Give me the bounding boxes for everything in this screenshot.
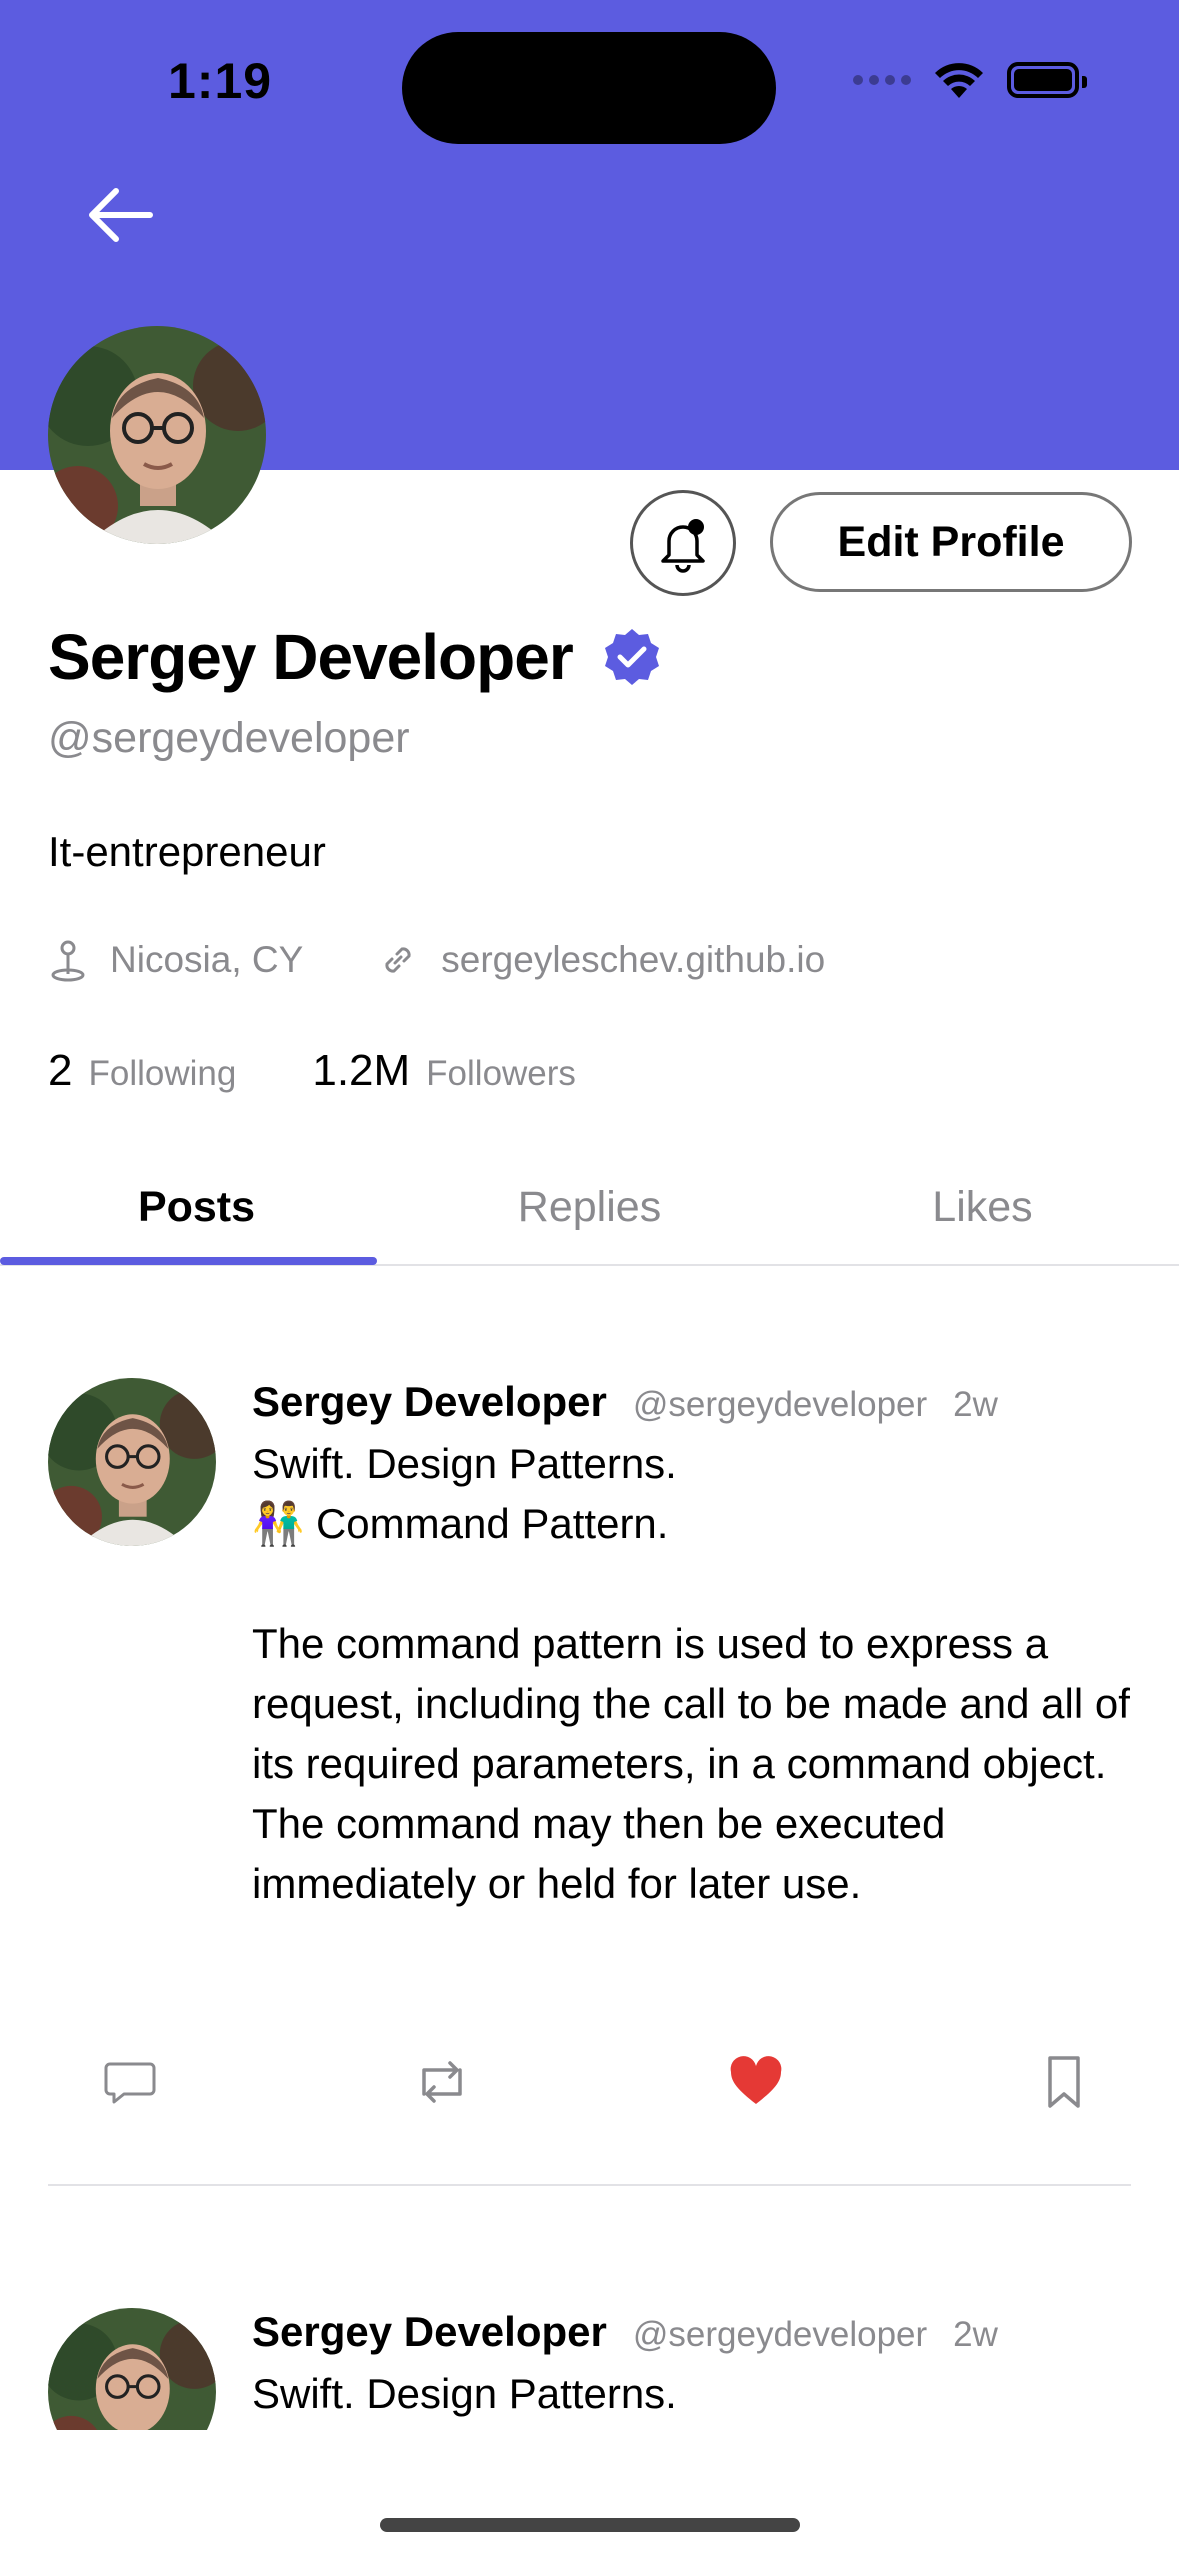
following-label[interactable]: Following: [88, 1054, 236, 1094]
followers-label[interactable]: Followers: [426, 1054, 576, 1094]
location-text: Nicosia, CY: [110, 939, 304, 980]
profile-stats: 2 Following 1.2M Followers: [48, 1046, 576, 1096]
post-divider: [48, 2184, 1131, 2186]
home-indicator[interactable]: [380, 2518, 800, 2532]
edit-profile-button[interactable]: Edit Profile: [770, 492, 1132, 592]
profile-tabs: Posts Replies Likes: [0, 1150, 1179, 1266]
profile-handle: @sergeydeveloper: [48, 714, 410, 762]
post-text: Swift. Design Patterns. 👫 Command Patter…: [252, 1440, 1130, 1907]
signal-icon: [853, 75, 911, 85]
post-timestamp: 2w: [953, 1385, 998, 1424]
notify-button[interactable]: [630, 490, 736, 596]
profile-avatar[interactable]: [48, 326, 266, 544]
profile-bio: It-entrepreneur: [48, 828, 326, 875]
post-header: Sergey Developer @sergeydeveloper 2w: [252, 1378, 1132, 1426]
post-header: Sergey Developer @sergeydeveloper 2w: [252, 2308, 1132, 2356]
tab-replies[interactable]: Replies: [393, 1150, 786, 1264]
website-item[interactable]: sergeyleschev.github.io: [377, 939, 825, 981]
battery-icon: [1007, 62, 1087, 98]
location-item: Nicosia, CY: [48, 938, 303, 982]
post-body: Sergey Developer @sergeydeveloper 2w Swi…: [252, 2308, 1132, 2424]
active-tab-indicator: [0, 1257, 377, 1265]
post-actions: [48, 2050, 1131, 2130]
comment-icon: [104, 2062, 156, 2104]
post-author-name[interactable]: Sergey Developer: [252, 2308, 607, 2356]
repost-icon: [422, 2061, 462, 2103]
wifi-icon: [935, 63, 983, 98]
post-author-name[interactable]: Sergey Developer: [252, 1378, 607, 1426]
arrow-left-icon[interactable]: [80, 180, 160, 250]
heart-filled-icon: [730, 2056, 782, 2104]
post-author-handle: @sergeydeveloper: [632, 2315, 928, 2354]
status-icons: [853, 60, 1087, 100]
post-timestamp: 2w: [953, 2315, 998, 2354]
post-item[interactable]: Sergey Developer @sergeydeveloper 2w Swi…: [48, 1378, 1131, 1998]
location-pin-icon: [51, 940, 85, 982]
like-button[interactable]: [724, 2050, 788, 2114]
post-list-clip: Sergey Developer @sergeydeveloper 2w Swi…: [0, 2300, 1179, 2430]
bell-icon: [661, 519, 705, 573]
post-text: Swift. Design Patterns.: [252, 2370, 677, 2417]
verified-badge-icon: [604, 629, 659, 685]
bookmark-icon: [1048, 2056, 1080, 2108]
profile-name: Sergey Developer: [48, 621, 574, 693]
repost-button[interactable]: [410, 2050, 474, 2114]
link-icon: [385, 947, 411, 973]
profile-meta: Nicosia, CY sergeyleschev.github.io: [48, 938, 825, 982]
reply-button[interactable]: [98, 2050, 162, 2114]
followers-count[interactable]: 1.2M: [312, 1046, 410, 1096]
tab-likes[interactable]: Likes: [786, 1150, 1179, 1264]
post-avatar[interactable]: [48, 1378, 216, 1546]
tab-posts[interactable]: Posts: [0, 1150, 393, 1264]
following-count[interactable]: 2: [48, 1046, 72, 1096]
status-time: 1:19: [168, 53, 273, 109]
post-item[interactable]: Sergey Developer @sergeydeveloper 2w Swi…: [48, 2308, 1131, 2430]
website-link[interactable]: sergeyleschev.github.io: [441, 939, 825, 981]
profile-name-row: Sergey Developer: [48, 620, 663, 694]
post-body: Sergey Developer @sergeydeveloper 2w Swi…: [252, 1378, 1132, 1914]
bookmark-button[interactable]: [1032, 2050, 1096, 2114]
dynamic-island: [402, 32, 776, 144]
post-avatar[interactable]: [48, 2308, 216, 2430]
post-author-handle: @sergeydeveloper: [632, 1385, 928, 1424]
